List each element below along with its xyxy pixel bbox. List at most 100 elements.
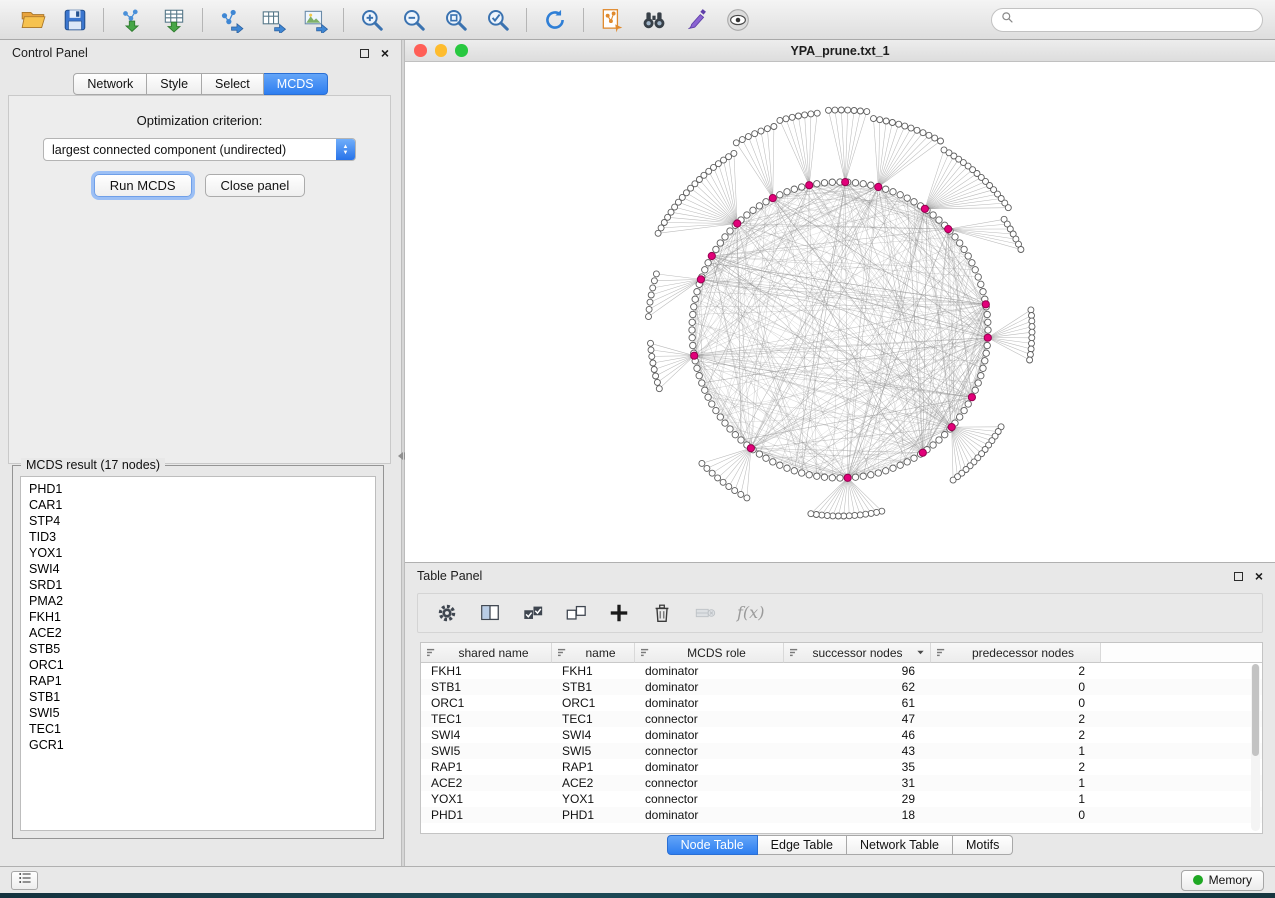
network-node[interactable]: [877, 117, 883, 123]
save-button[interactable]: [54, 4, 96, 36]
network-node[interactable]: [985, 319, 991, 325]
network-node[interactable]: [821, 180, 827, 186]
network-node[interactable]: [744, 212, 750, 218]
network-node[interactable]: [950, 477, 956, 483]
mcds-result-item[interactable]: PMA2: [29, 593, 375, 609]
network-node[interactable]: [722, 420, 728, 426]
network-hub-node[interactable]: [982, 301, 989, 308]
network-hub-node[interactable]: [875, 183, 882, 190]
network-hub-node[interactable]: [844, 474, 851, 481]
network-node[interactable]: [897, 462, 903, 468]
export-network-button[interactable]: [210, 4, 252, 36]
table-row[interactable]: SWI5SWI5connector431: [421, 743, 1262, 759]
mcds-result-item[interactable]: SWI5: [29, 705, 375, 721]
network-node[interactable]: [890, 465, 896, 471]
network-node[interactable]: [739, 137, 745, 143]
network-node[interactable]: [777, 117, 783, 123]
network-node[interactable]: [868, 472, 874, 478]
network-node[interactable]: [1029, 313, 1035, 319]
search-input[interactable]: [1020, 12, 1253, 28]
network-node[interactable]: [957, 414, 963, 420]
maximize-window-icon[interactable]: [455, 44, 468, 57]
network-node[interactable]: [802, 112, 808, 118]
network-node[interactable]: [799, 184, 805, 190]
select-all-button[interactable]: [522, 602, 544, 624]
network-node[interactable]: [649, 353, 655, 359]
network-node[interactable]: [731, 150, 737, 156]
network-node[interactable]: [702, 267, 708, 273]
table-scrollbar[interactable]: [1251, 664, 1260, 831]
column-header-shared-name[interactable]: shared name: [421, 643, 552, 663]
network-node[interactable]: [720, 479, 726, 485]
network-node[interactable]: [1027, 352, 1033, 358]
sort-icon[interactable]: [427, 648, 436, 657]
network-node[interactable]: [727, 426, 733, 432]
network-node[interactable]: [875, 470, 881, 476]
network-node[interactable]: [972, 387, 978, 393]
tab-motifs[interactable]: Motifs: [953, 835, 1013, 855]
network-hub-node[interactable]: [769, 195, 776, 202]
network-node[interactable]: [978, 281, 984, 287]
table-row[interactable]: SWI4SWI4dominator462: [421, 727, 1262, 743]
network-node[interactable]: [696, 373, 702, 379]
network-node[interactable]: [750, 207, 756, 213]
network-node[interactable]: [883, 186, 889, 192]
mcds-result-item[interactable]: ORC1: [29, 657, 375, 673]
gear-button[interactable]: [436, 602, 458, 624]
network-node[interactable]: [722, 234, 728, 240]
network-node[interactable]: [821, 474, 827, 480]
network-canvas[interactable]: [405, 62, 1275, 562]
network-node[interactable]: [1029, 335, 1035, 341]
close-window-icon[interactable]: [414, 44, 427, 57]
network-node[interactable]: [965, 401, 971, 407]
network-node[interactable]: [920, 130, 926, 136]
network-node[interactable]: [653, 271, 659, 277]
network-node[interactable]: [744, 495, 750, 501]
network-node[interactable]: [897, 192, 903, 198]
network-node[interactable]: [745, 134, 751, 140]
network-node[interactable]: [771, 124, 777, 130]
delete-row-button[interactable]: [651, 602, 673, 624]
network-node[interactable]: [838, 107, 844, 113]
network-node[interactable]: [852, 180, 858, 186]
mcds-result-item[interactable]: SWI4: [29, 561, 375, 577]
network-hub-node[interactable]: [968, 394, 975, 401]
network-node[interactable]: [658, 225, 664, 231]
network-hub-node[interactable]: [734, 220, 741, 227]
zoom-in-button[interactable]: [351, 4, 393, 36]
zoom-selected-button[interactable]: [477, 4, 519, 36]
table-row[interactable]: ACE2ACE2connector311: [421, 775, 1262, 791]
network-node[interactable]: [911, 199, 917, 205]
network-node[interactable]: [694, 289, 700, 295]
mcds-result-item[interactable]: RAP1: [29, 673, 375, 689]
import-table-file-button[interactable]: [153, 4, 195, 36]
float-table-panel-icon[interactable]: [1234, 572, 1243, 581]
network-node[interactable]: [738, 437, 744, 443]
sort-icon[interactable]: [558, 648, 567, 657]
network-node[interactable]: [717, 414, 723, 420]
close-table-panel-icon[interactable]: ×: [1255, 571, 1263, 581]
network-node[interactable]: [646, 306, 652, 312]
network-node[interactable]: [975, 380, 981, 386]
zoom-out-button[interactable]: [393, 4, 435, 36]
network-node[interactable]: [1029, 324, 1035, 330]
table-row[interactable]: ORC1ORC1dominator610: [421, 695, 1262, 711]
network-node[interactable]: [732, 488, 738, 494]
table-row[interactable]: FKH1FKH1dominator962: [421, 663, 1262, 679]
mcds-result-item[interactable]: STB5: [29, 641, 375, 657]
sort-icon[interactable]: [790, 648, 799, 657]
network-node[interactable]: [984, 342, 990, 348]
scrollbar-thumb[interactable]: [1252, 664, 1259, 756]
network-node[interactable]: [654, 379, 660, 385]
network-node[interactable]: [733, 140, 739, 146]
network-node[interactable]: [650, 360, 656, 366]
network-node[interactable]: [791, 468, 797, 474]
network-node[interactable]: [868, 182, 874, 188]
network-node[interactable]: [702, 387, 708, 393]
table-row[interactable]: PHD1PHD1dominator180: [421, 807, 1262, 823]
network-node[interactable]: [752, 131, 758, 137]
network-hub-node[interactable]: [984, 334, 991, 341]
network-node[interactable]: [758, 128, 764, 134]
tab-network[interactable]: Network: [73, 73, 147, 95]
network-node[interactable]: [980, 365, 986, 371]
